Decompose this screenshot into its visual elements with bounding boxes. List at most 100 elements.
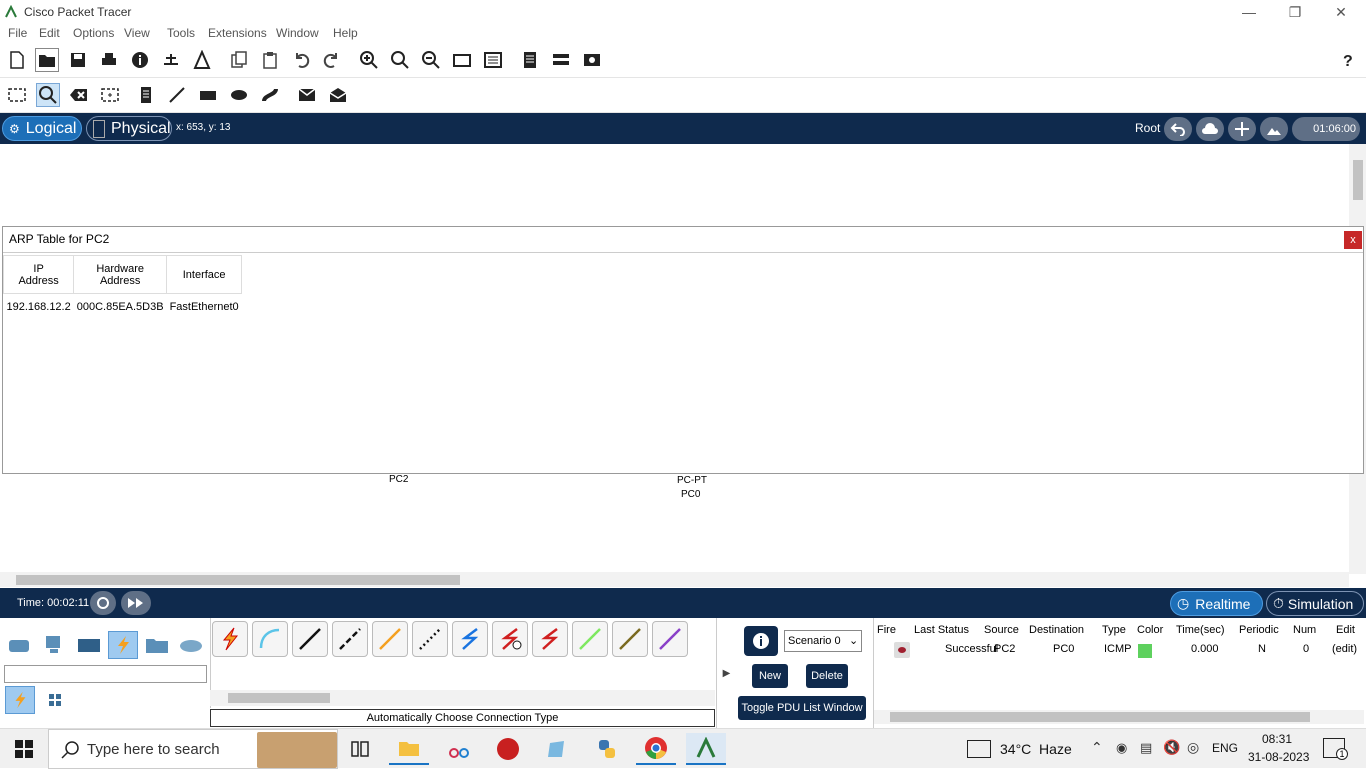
connection-scrollbar[interactable]	[210, 690, 715, 706]
place-note-icon[interactable]	[134, 83, 158, 107]
network-devices-icon[interactable]	[5, 631, 35, 659]
scenario-select[interactable]: Scenario 0 ⌄	[784, 630, 862, 652]
octal-cable-icon[interactable]	[572, 621, 608, 657]
taskbar-search[interactable]: Type here to search	[48, 729, 338, 769]
delete-icon[interactable]	[67, 83, 91, 107]
copper-straight-icon[interactable]	[292, 621, 328, 657]
save-icon[interactable]	[66, 48, 90, 72]
freeform-icon[interactable]	[258, 83, 282, 107]
pdu-edit-link[interactable]: (edit)	[1332, 643, 1357, 655]
toggle-pdu-list-button[interactable]: Toggle PDU List Window	[738, 696, 866, 720]
weather-text[interactable]: 34°C Haze	[1000, 741, 1072, 757]
new-scenario-button[interactable]: New	[752, 664, 788, 688]
power-cycle-button[interactable]	[90, 591, 116, 615]
activity-wizard-icon[interactable]	[190, 48, 214, 72]
menu-window[interactable]: Window	[276, 26, 319, 40]
components-icon[interactable]	[74, 631, 104, 659]
clock-date[interactable]: 31-08-2023	[1248, 750, 1309, 764]
physical-tab[interactable]: Physical	[86, 116, 172, 141]
coaxial-icon[interactable]	[452, 621, 488, 657]
draw-rectangle-icon[interactable]	[196, 83, 220, 107]
menu-options[interactable]: Options	[73, 26, 114, 40]
console-cable-icon[interactable]	[252, 621, 288, 657]
delete-scenario-button[interactable]: Delete	[806, 664, 848, 688]
arp-close-button[interactable]: x	[1344, 231, 1362, 249]
chrome-icon[interactable]	[636, 733, 676, 765]
chevron-up-icon[interactable]: ⌃	[1091, 739, 1103, 756]
menu-tools[interactable]: Tools	[167, 26, 195, 40]
grid-icon[interactable]	[40, 686, 70, 714]
copy-icon[interactable]	[227, 48, 251, 72]
zoom-out-icon[interactable]	[419, 48, 443, 72]
devcpp-icon[interactable]	[488, 733, 528, 765]
close-window-button[interactable]: ✕	[1318, 0, 1364, 24]
cloud-icon[interactable]	[1196, 117, 1224, 141]
scenario-info-icon[interactable]	[744, 626, 778, 656]
add-complex-pdu-icon[interactable]	[326, 83, 350, 107]
zoom-reset-icon[interactable]	[388, 48, 412, 72]
move-icon[interactable]	[1228, 117, 1256, 141]
serial-dce-icon[interactable]	[492, 621, 528, 657]
simulation-tab[interactable]: ⏱ Simulation	[1266, 591, 1364, 616]
open-folder-icon[interactable]	[35, 48, 59, 72]
info-icon[interactable]	[128, 48, 152, 72]
redo-icon[interactable]	[320, 48, 344, 72]
horizontal-scrollbar[interactable]	[0, 572, 1349, 587]
device-search-input[interactable]	[4, 665, 207, 683]
screenshot-icon[interactable]	[580, 48, 604, 72]
pdu-scrollbar[interactable]	[874, 710, 1364, 724]
minimize-button[interactable]: —	[1226, 0, 1272, 24]
python-icon[interactable]	[587, 733, 627, 765]
iot-cable-icon[interactable]	[612, 621, 648, 657]
background-icon[interactable]	[1260, 117, 1288, 141]
menu-edit[interactable]: Edit	[39, 26, 60, 40]
menu-file[interactable]: File	[8, 26, 27, 40]
logical-tab[interactable]: ⚙ Logical	[2, 116, 82, 141]
undo-icon[interactable]	[289, 48, 313, 72]
pdu-list-icon[interactable]	[549, 48, 573, 72]
realtime-tab[interactable]: ◷ Realtime	[1170, 591, 1263, 616]
clock-widget[interactable]: 01:06:00	[1292, 117, 1360, 141]
fiber-icon[interactable]	[372, 621, 408, 657]
menu-view[interactable]: View	[124, 26, 150, 40]
meet-icon[interactable]: ◉	[1116, 740, 1127, 756]
language-indicator[interactable]: ENG	[1212, 741, 1238, 755]
snipping-tool-icon[interactable]	[439, 733, 479, 765]
end-devices-icon[interactable]	[40, 631, 70, 659]
file-explorer-icon[interactable]	[389, 733, 429, 765]
copper-cross-icon[interactable]	[332, 621, 368, 657]
drawing-palette-icon[interactable]	[450, 48, 474, 72]
notes-icon[interactable]	[518, 48, 542, 72]
connections-icon[interactable]	[108, 631, 138, 659]
fast-forward-button[interactable]	[121, 591, 151, 615]
miscellaneous-icon[interactable]	[142, 631, 172, 659]
zoom-in-icon[interactable]	[357, 48, 381, 72]
volume-icon[interactable]: 🔇	[1163, 739, 1180, 756]
globe-icon[interactable]: ◎	[1187, 739, 1199, 756]
network-icon[interactable]: ▤	[1140, 740, 1152, 756]
resize-shape-icon[interactable]	[98, 83, 122, 107]
fire-pdu-icon[interactable]	[894, 642, 910, 658]
phone-cable-icon[interactable]	[412, 621, 448, 657]
help-icon[interactable]: ?	[1336, 48, 1360, 72]
usb-cable-icon[interactable]	[652, 621, 688, 657]
connections-subtype-icon[interactable]	[5, 686, 35, 714]
notification-icon[interactable]: 1	[1323, 738, 1348, 760]
custom-devices-icon[interactable]	[481, 48, 505, 72]
inspect-icon[interactable]	[36, 83, 60, 107]
weather-icon[interactable]	[967, 740, 991, 758]
serial-dte-icon[interactable]	[532, 621, 568, 657]
menu-extensions[interactable]: Extensions	[208, 26, 267, 40]
packet-tracer-taskbar-icon[interactable]	[686, 733, 726, 765]
menu-help[interactable]: Help	[333, 26, 358, 40]
multiuser-icon[interactable]	[176, 631, 206, 659]
add-simple-pdu-icon[interactable]	[295, 83, 319, 107]
app-icon[interactable]	[537, 733, 577, 765]
collapse-arrow-icon[interactable]: ▶	[716, 618, 736, 728]
select-icon[interactable]	[5, 83, 29, 107]
auto-connection-icon[interactable]	[212, 621, 248, 657]
paste-icon[interactable]	[258, 48, 282, 72]
print-icon[interactable]	[97, 48, 121, 72]
task-view-icon[interactable]	[340, 733, 380, 765]
new-file-icon[interactable]	[5, 48, 29, 72]
